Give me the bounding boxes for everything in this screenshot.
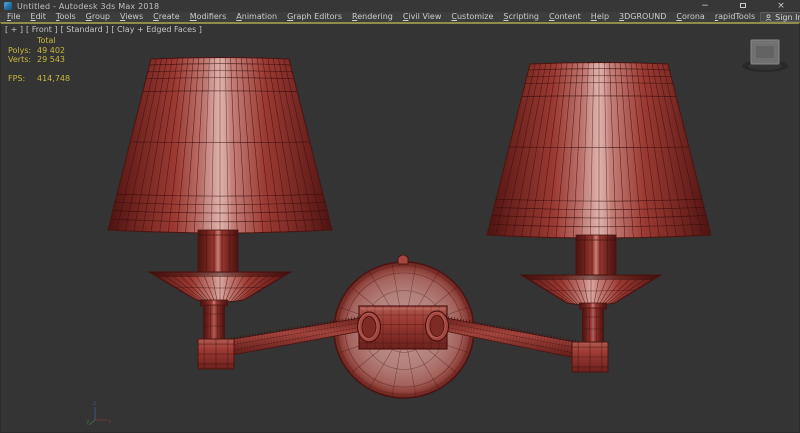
- menu-item-customize[interactable]: Customize: [446, 12, 498, 22]
- svg-text:z: z: [93, 400, 96, 407]
- menu-item-civil-view[interactable]: Civil View: [398, 12, 447, 22]
- world-axis-icon: x z y: [85, 398, 115, 428]
- stats-polys-value: 49 402: [37, 46, 65, 56]
- stats-fps-label: FPS:: [8, 74, 37, 84]
- menu-item-edit[interactable]: Edit: [25, 12, 51, 22]
- stats-polys-label: Polys:: [8, 46, 37, 56]
- menu-item-help[interactable]: Help: [586, 12, 614, 22]
- menu-bar-right: Sign In ▾ Workspaces: Default ▾: [760, 12, 800, 22]
- menu-item-group[interactable]: Group: [81, 12, 115, 22]
- menu-item-rapidtools[interactable]: rapidTools: [710, 12, 760, 22]
- menu-item-graph-editors[interactable]: Graph Editors: [282, 12, 347, 22]
- menu-item-animation[interactable]: Animation: [231, 12, 282, 22]
- viewport-label-segment[interactable]: [ Front ]: [26, 25, 58, 34]
- 3dsmax-logo-icon: [4, 2, 12, 10]
- viewport-label-segment[interactable]: [ Clay + Edged Faces ]: [111, 25, 202, 34]
- menu-list: FileEditToolsGroupViewsCreateModifiersAn…: [2, 12, 760, 22]
- window-controls: − ×: [686, 0, 800, 12]
- close-button[interactable]: ×: [762, 0, 800, 12]
- maximize-button[interactable]: [724, 0, 762, 12]
- viewport[interactable]: [ + ][ Front ][ Standard ][ Clay + Edged…: [0, 22, 800, 433]
- menu-item-content[interactable]: Content: [544, 12, 586, 22]
- stats-verts-label: Verts:: [8, 55, 37, 65]
- stats-total-label: Total: [37, 36, 56, 46]
- window-title: Untitled - Autodesk 3ds Max 2018: [17, 2, 159, 11]
- viewport-label-segment[interactable]: [ + ]: [5, 25, 23, 34]
- sconce-wireframe-model: [1, 24, 799, 433]
- menu-item-3dground[interactable]: 3DGROUND: [614, 12, 671, 22]
- title-bar: Untitled - Autodesk 3ds Max 2018 − ×: [0, 0, 800, 12]
- menu-item-file[interactable]: File: [2, 12, 25, 22]
- menu-item-corona[interactable]: Corona: [671, 12, 709, 22]
- view-cube[interactable]: [739, 32, 791, 78]
- menu-item-tools[interactable]: Tools: [51, 12, 81, 22]
- minimize-button[interactable]: −: [686, 0, 724, 12]
- menu-bar: FileEditToolsGroupViewsCreateModifiersAn…: [0, 12, 800, 22]
- svg-text:y: y: [86, 418, 90, 425]
- 3dsmax-window: Untitled - Autodesk 3ds Max 2018 − × Fil…: [0, 0, 800, 433]
- maximize-icon: [740, 3, 746, 8]
- menu-item-rendering[interactable]: Rendering: [347, 12, 398, 22]
- sign-in-label: Sign In: [775, 13, 800, 22]
- stats-spacer: [8, 36, 37, 46]
- menu-item-scripting[interactable]: Scripting: [498, 12, 544, 22]
- stats-fps-value: 414,748: [37, 74, 70, 84]
- svg-text:x: x: [108, 418, 112, 425]
- menu-item-views[interactable]: Views: [115, 12, 148, 22]
- menu-item-create[interactable]: Create: [148, 12, 185, 22]
- sign-in-button[interactable]: Sign In ▾: [760, 12, 800, 22]
- menu-item-modifiers[interactable]: Modifiers: [185, 12, 232, 22]
- viewport-statistics: Total Polys:49 402 Verts:29 543 FPS:414,…: [8, 36, 70, 83]
- stats-verts-value: 29 543: [37, 55, 65, 65]
- user-icon: [765, 14, 772, 21]
- viewport-label-segment[interactable]: [ Standard ]: [61, 25, 109, 34]
- viewport-label: [ + ][ Front ][ Standard ][ Clay + Edged…: [5, 25, 202, 34]
